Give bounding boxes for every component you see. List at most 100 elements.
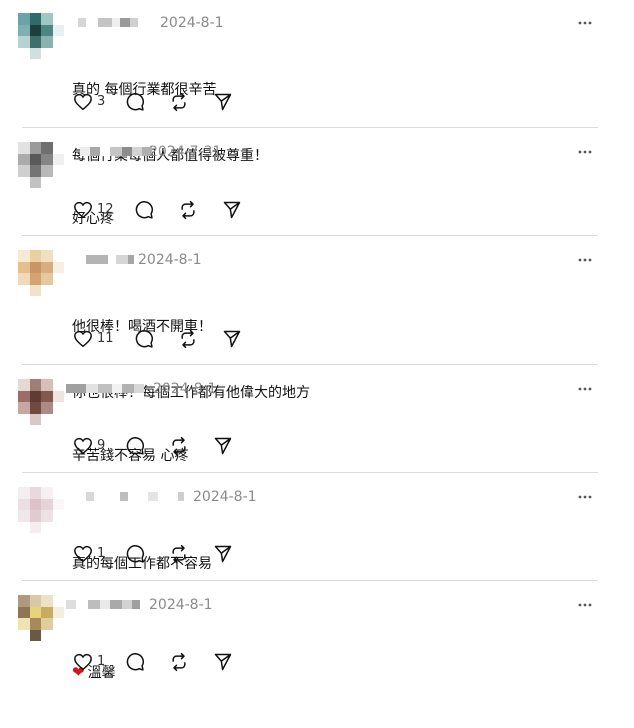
like-count: 3 [97,94,106,109]
more-options-button[interactable] [577,252,597,268]
repost-icon [180,329,195,349]
send-icon [215,437,232,455]
reply-button[interactable] [134,200,154,220]
heart-outline-icon [74,545,92,563]
share-button[interactable] [222,329,242,349]
like-button[interactable]: 3 [73,92,111,112]
username-blurred[interactable] [86,492,184,501]
repost-button[interactable] [169,652,189,672]
share-button[interactable] [213,92,233,112]
repost-button[interactable] [169,544,189,564]
username-blurred[interactable] [66,384,144,393]
like-count: 1 [97,654,106,669]
like-count: 11 [97,331,114,346]
repost-button[interactable] [169,92,189,112]
action-bar: 11 [73,328,242,350]
comment-item: 2024-8-1 辛苦錢不容易 心疼 9 [0,379,634,464]
speech-bubble-icon [126,653,145,671]
more-dots-icon [578,495,592,499]
action-bar: 9 [73,435,233,457]
comment-item: 2024-8-1 真的每個工作都不容易 1 [0,487,634,572]
avatar[interactable] [18,379,64,425]
send-icon [223,330,240,348]
comment-separator [22,127,598,128]
comment-item: 2024-8-1 真的 每個行業都很辛苦 每個行業每個人都值得被尊重！ 3 [0,13,634,164]
like-button[interactable]: 11 [73,329,120,349]
reply-button[interactable] [134,329,154,349]
like-button[interactable]: 1 [73,652,111,672]
like-count: 12 [97,202,114,217]
like-button[interactable]: 9 [73,436,111,456]
username-blurred[interactable] [80,147,152,156]
reply-button[interactable] [125,544,145,564]
speech-bubble-icon [126,93,145,111]
send-icon [215,653,232,671]
like-button[interactable]: 1 [73,544,111,564]
comment-date: 2024-7-31 [149,144,222,160]
reply-button[interactable] [125,652,145,672]
more-options-button[interactable] [577,144,597,160]
like-count: 9 [97,438,106,453]
more-dots-icon [578,258,592,262]
avatar[interactable] [18,13,64,59]
username-blurred[interactable] [86,255,134,264]
action-bar: 1 [73,651,233,673]
more-options-button[interactable] [577,15,597,31]
like-button[interactable]: 12 [73,200,120,220]
comment-separator [22,580,598,581]
more-dots-icon [578,387,592,391]
avatar[interactable] [18,487,64,533]
speech-bubble-icon [126,437,145,455]
heart-outline-icon [74,330,92,348]
more-dots-icon [578,603,592,607]
more-dots-icon [578,21,592,25]
send-icon [215,93,232,111]
action-bar: 3 [73,91,233,113]
comment-item: 2024-8-1 他很棒！喝酒不開車！ 你也很棒！每個工作都有他偉大的地方 11 [0,250,634,401]
reply-button[interactable] [125,436,145,456]
username-blurred[interactable] [66,600,140,609]
repost-icon [172,436,186,456]
send-icon [215,545,232,563]
share-button[interactable] [213,436,233,456]
action-bar: 12 [73,199,242,221]
comment-item: 2024-7-31 好心疼 12 [0,142,634,232]
repost-button[interactable] [169,436,189,456]
more-options-button[interactable] [577,489,597,505]
comment-separator [22,472,598,473]
share-button[interactable] [213,652,233,672]
more-options-button[interactable] [577,597,597,613]
comment-date: 2024-8-1 [153,381,217,397]
speech-bubble-icon [126,545,145,563]
repost-button[interactable] [178,200,198,220]
reply-button[interactable] [125,92,145,112]
repost-icon [180,200,195,220]
repost-icon [172,92,186,112]
share-button[interactable] [213,544,233,564]
avatar[interactable] [18,142,64,188]
like-count: 1 [97,546,106,561]
action-bar: 1 [73,543,233,565]
heart-outline-icon [74,653,92,671]
repost-icon [172,544,186,564]
comment-feed: 2024-8-1 真的 每個行業都很辛苦 每個行業每個人都值得被尊重！ 3 20… [0,0,634,681]
avatar[interactable] [18,595,64,641]
username-blurred[interactable] [78,18,138,27]
heart-outline-icon [74,93,92,111]
comment-date: 2024-8-1 [138,252,202,268]
comment-date: 2024-8-1 [193,489,257,505]
repost-button[interactable] [178,329,198,349]
comment-separator [22,364,598,365]
heart-outline-icon [74,437,92,455]
more-options-button[interactable] [577,381,597,397]
avatar[interactable] [18,250,64,296]
comment-date: 2024-8-1 [160,15,224,31]
heart-outline-icon [74,201,92,219]
speech-bubble-icon [135,201,153,219]
speech-bubble-icon [135,330,153,348]
comment-item: 2024-8-1 ❤ 溫馨 1 [0,595,634,681]
comment-separator [22,235,598,236]
comment-date: 2024-8-1 [149,597,213,613]
share-button[interactable] [222,200,242,220]
more-dots-icon [578,150,592,154]
